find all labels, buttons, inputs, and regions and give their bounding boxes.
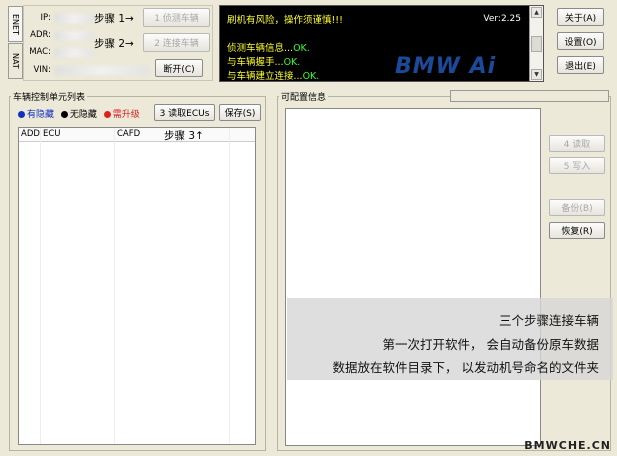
log-line: 侦测车辆信息...OK. [227, 43, 310, 54]
read-config-button[interactable]: 4 读取 [549, 135, 605, 152]
disconnect-button[interactable]: 断开(C) [155, 59, 203, 77]
scroll-down-icon[interactable]: ▼ [531, 69, 542, 80]
config-info-area[interactable] [285, 108, 541, 446]
bmw-ai-logo: BMW Ai [395, 54, 497, 79]
config-status-field [450, 90, 609, 102]
legend-hidden: 有隐藏 [18, 110, 54, 120]
backup-button[interactable]: 备份(B) [549, 199, 605, 216]
black-dot-icon [60, 111, 68, 118]
scroll-up-icon[interactable]: ▲ [531, 7, 542, 18]
column-header-ecu[interactable]: ECU [43, 129, 61, 139]
save-button[interactable]: 保存(S) [219, 104, 261, 121]
detect-vehicle-button[interactable]: 1 侦测车辆 [143, 8, 210, 27]
legend-needs-upgrade: 需升级 [103, 110, 140, 120]
red-dot-icon [103, 111, 111, 118]
legend-not-hidden: 无隐藏 [60, 110, 97, 120]
log-line: 与车辆建立连接...OK. [227, 71, 320, 82]
log-console: 刷机有风险，操作须谨慎!!! Ver:2.25 侦测车辆信息...OK. 与车辆… [219, 5, 544, 82]
connection-panel: ENET NAT IP: ADR: MAC: VIN: 步骤 1→ 步骤 2→ … [7, 5, 213, 81]
write-config-button[interactable]: 5 写入 [549, 157, 605, 174]
mac-value [54, 48, 94, 57]
adr-label: ADR: [30, 30, 51, 40]
console-scrollbar[interactable]: ▲ ▼ [529, 6, 543, 81]
read-ecus-button[interactable]: 3 读取ECUs [154, 104, 215, 121]
vin-value [54, 66, 149, 75]
step1-annotation: 步骤 1→ [94, 13, 134, 25]
column-divider [40, 128, 41, 444]
legend: 有隐藏 无隐藏 需升级 [18, 107, 140, 120]
site-watermark: BMWCHE.CN [524, 439, 611, 452]
settings-button[interactable]: 设置(O) [557, 32, 604, 50]
scroll-thumb[interactable] [531, 36, 542, 52]
step3-annotation: 步骤 3↑ [164, 130, 204, 142]
exit-button[interactable]: 退出(E) [557, 56, 604, 74]
step2-annotation: 步骤 2→ [94, 38, 134, 50]
warning-text: 刷机有风险，操作须谨慎!!! [227, 15, 343, 26]
restore-button[interactable]: 恢复(R) [549, 222, 605, 239]
log-line: 与车辆握手...OK. [227, 57, 301, 68]
ecu-panel-title: 车辆控制单元列表 [11, 90, 88, 103]
mac-label: MAC: [29, 47, 51, 57]
column-divider [114, 128, 115, 444]
adr-value [54, 31, 94, 40]
overlay-line-1: 三个步骤连接车辆 [498, 313, 599, 328]
column-divider [229, 128, 230, 444]
connect-vehicle-button[interactable]: 2 连接车辆 [143, 33, 210, 52]
ip-label: IP: [40, 13, 52, 23]
overlay-line-2: 第一次打开软件， 会自动备份原车数据 [382, 337, 599, 352]
version-text: Ver:2.25 [483, 14, 521, 24]
vin-label: VIN: [33, 65, 51, 75]
ip-value [54, 14, 94, 23]
config-panel-title: 可配置信息 [279, 90, 329, 103]
column-header-cafd[interactable]: CAFD [117, 129, 140, 139]
overlay-line-3: 数据放在软件目录下， 以发动机号命名的文件夹 [332, 360, 599, 375]
ecu-table[interactable]: ADD ECU CAFD 步骤 3↑ [18, 127, 256, 445]
instruction-overlay: 三个步骤连接车辆 第一次打开软件， 会自动备份原车数据 数据放在软件目录下， 以… [287, 298, 613, 380]
about-button[interactable]: 关于(A) [557, 8, 604, 26]
blue-dot-icon [18, 111, 25, 118]
column-header-add[interactable]: ADD [21, 129, 40, 139]
